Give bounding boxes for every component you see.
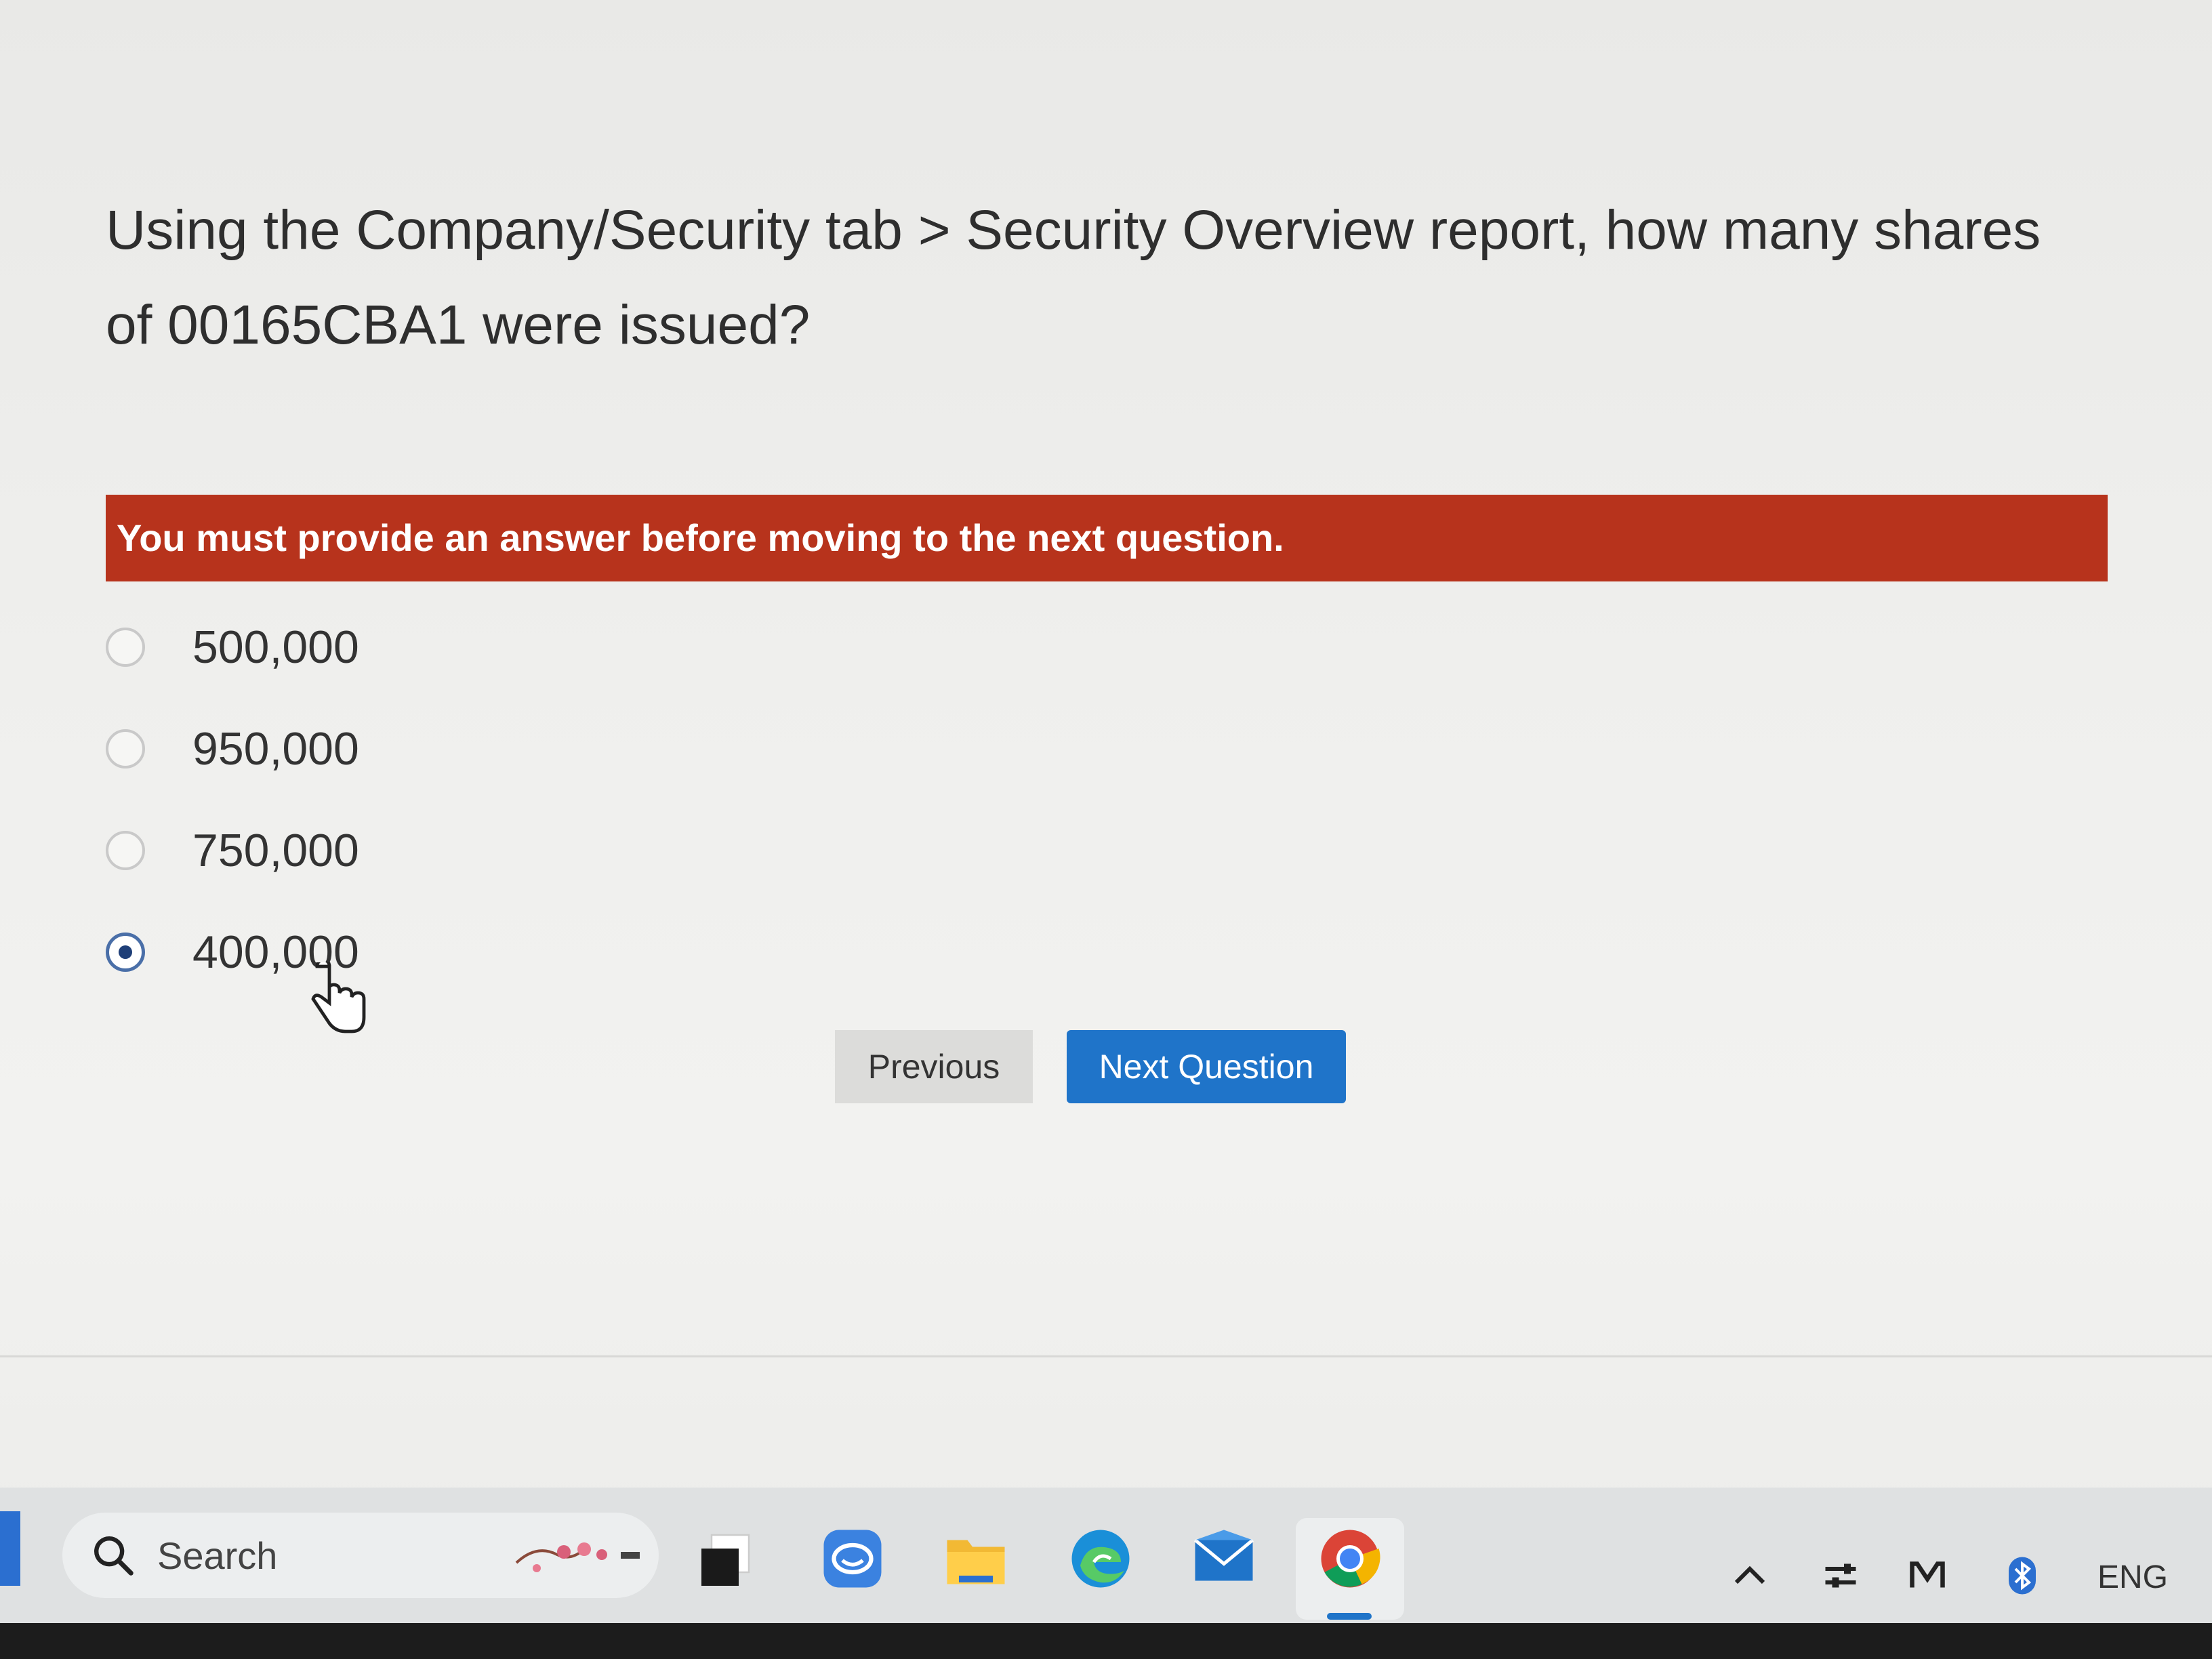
radio-button[interactable] [106,729,145,769]
answer-options: 500,000 950,000 750,000 400,000 [106,596,359,1003]
bluetooth-icon[interactable] [2002,1555,2043,1596]
radio-button[interactable] [106,628,145,667]
chat-icon[interactable] [819,1525,886,1593]
taskbar-search[interactable]: Search [62,1513,659,1598]
start-icon[interactable] [0,1511,20,1586]
chrome-icon[interactable] [1316,1525,1384,1593]
search-highlight-icon [515,1542,640,1572]
answer-option[interactable]: 500,000 [106,596,359,698]
search-icon [94,1536,134,1576]
edge-icon[interactable] [1067,1525,1134,1593]
option-label: 750,000 [192,825,359,876]
answer-option[interactable]: 750,000 [106,800,359,901]
search-label: Search [157,1534,278,1577]
option-label: 500,000 [192,621,359,673]
quiz-screen: Using the Company/Security tab > Securit… [0,0,2212,1659]
answer-option[interactable]: 950,000 [106,698,359,800]
divider [0,1355,2212,1357]
error-banner: You must provide an answer before moving… [106,495,2108,581]
chevron-up-icon[interactable] [1729,1555,1770,1596]
app-tray-icon[interactable] [1907,1555,1948,1596]
file-explorer-icon[interactable] [942,1525,1010,1593]
question-text: Using the Company/Security tab > Securit… [106,199,2041,356]
network-icon[interactable] [1820,1555,1861,1596]
radio-button-selected[interactable] [106,933,145,972]
mail-icon[interactable] [1190,1525,1258,1593]
option-label: 950,000 [192,723,359,775]
active-app-indicator [1327,1613,1372,1620]
language-indicator[interactable]: ENG [2097,1559,2168,1596]
next-question-button[interactable]: Next Question [1067,1030,1346,1103]
hand-cursor-icon [311,962,366,1033]
previous-button[interactable]: Previous [835,1030,1033,1103]
radio-button[interactable] [106,831,145,870]
screen-bezel [0,1623,2212,1659]
task-view-icon[interactable] [691,1525,759,1593]
